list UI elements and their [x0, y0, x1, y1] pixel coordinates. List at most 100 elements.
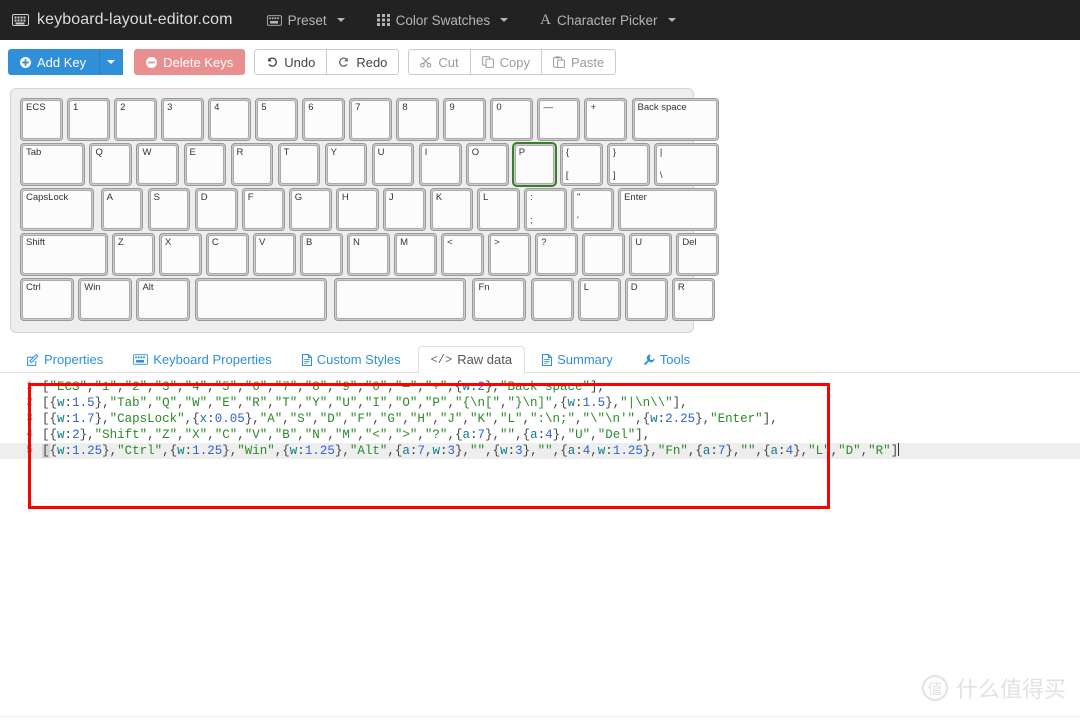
- tab-tools[interactable]: Tools: [630, 346, 703, 373]
- key-r[interactable]: R: [230, 143, 274, 186]
- key--[interactable]: >: [488, 233, 531, 276]
- key-0[interactable]: 0: [490, 98, 534, 141]
- key-blank[interactable]: [194, 278, 328, 321]
- key-legend-top: 6: [308, 102, 314, 113]
- key-blank[interactable]: [530, 278, 574, 321]
- key--[interactable]: —: [537, 98, 581, 141]
- tab-label: Keyboard Properties: [153, 352, 272, 367]
- key-d[interactable]: D: [624, 278, 668, 321]
- key--[interactable]: {[: [559, 143, 603, 186]
- key-q[interactable]: Q: [89, 143, 133, 186]
- key-l[interactable]: L: [476, 188, 520, 231]
- key-n[interactable]: N: [347, 233, 390, 276]
- key-capslock[interactable]: CapsLock: [20, 188, 95, 231]
- key-e[interactable]: E: [183, 143, 227, 186]
- key-7[interactable]: 7: [349, 98, 393, 141]
- code-text[interactable]: [{w:1.7},"CapsLock",{x:0.05},"A","S","D"…: [42, 411, 778, 427]
- nav-item-preset[interactable]: Preset: [266, 13, 345, 28]
- key--[interactable]: | \: [653, 143, 720, 186]
- key-5[interactable]: 5: [255, 98, 298, 141]
- key-o[interactable]: O: [465, 143, 509, 186]
- key-u[interactable]: U: [629, 233, 673, 276]
- add-key-dropdown-toggle[interactable]: [99, 49, 124, 75]
- tab-custom-styles[interactable]: Custom Styles: [289, 346, 414, 373]
- key-tab[interactable]: Tab: [20, 143, 86, 186]
- key-c[interactable]: C: [205, 233, 249, 276]
- key-del[interactable]: Del: [676, 233, 720, 276]
- key-alt[interactable]: Alt: [136, 278, 191, 321]
- code-line[interactable]: 4 [{w:2},"Shift","Z","X","C","V","B","N",…: [0, 427, 1080, 443]
- brand-logo[interactable]: keyboard-layout-editor.com: [12, 11, 233, 29]
- key-j[interactable]: J: [382, 188, 426, 231]
- key-r[interactable]: R: [671, 278, 715, 321]
- key-t[interactable]: T: [277, 143, 321, 186]
- key-fn[interactable]: Fn: [472, 278, 527, 321]
- key-g[interactable]: G: [288, 188, 332, 231]
- cut-button[interactable]: Cut: [408, 49, 471, 75]
- key-win[interactable]: Win: [78, 278, 133, 321]
- raw-data-editor[interactable]: 1 ["ECS","1","2","3","4","5","6","7","8",…: [0, 373, 1080, 673]
- code-text[interactable]: ["ECS","1","2","3","4","5","6","7","8","…: [42, 379, 605, 395]
- key-h[interactable]: H: [335, 188, 379, 231]
- key-3[interactable]: 3: [161, 98, 204, 141]
- code-text[interactable]: [{w:1.25},"Ctrl",{w:1.25},"Win",{w:1.25}…: [42, 443, 900, 459]
- key--[interactable]: " ': [571, 188, 614, 231]
- key-f[interactable]: F: [241, 188, 285, 231]
- key-l[interactable]: L: [577, 278, 621, 321]
- key-back-space[interactable]: Back space: [631, 98, 720, 141]
- key-1[interactable]: 1: [67, 98, 110, 141]
- key--[interactable]: :;: [524, 188, 567, 231]
- copy-button[interactable]: Copy: [469, 49, 542, 75]
- code-text[interactable]: [{w:1.5},"Tab","Q","W","E","R","T","Y","…: [42, 395, 688, 411]
- key-x[interactable]: X: [158, 233, 202, 276]
- key-blank[interactable]: [333, 278, 466, 321]
- tab-keyboard-properties[interactable]: Keyboard Properties: [120, 346, 285, 373]
- paste-button[interactable]: Paste: [541, 49, 617, 75]
- key-blank[interactable]: [582, 233, 626, 276]
- keyboard-canvas[interactable]: ECS 1 2 3 4 5 6 7 8 9 0— + Back space Tab Q W E R T Y U I O P{[…: [10, 88, 720, 333]
- delete-keys-button[interactable]: Delete Keys: [134, 49, 246, 75]
- key-b[interactable]: B: [300, 233, 343, 276]
- key-i[interactable]: I: [418, 143, 462, 186]
- key-6[interactable]: 6: [302, 98, 346, 141]
- key--[interactable]: +: [584, 98, 628, 141]
- add-key-button[interactable]: Add Key: [8, 49, 100, 75]
- key-m[interactable]: M: [394, 233, 437, 276]
- key-shift[interactable]: Shift: [20, 233, 108, 276]
- code-line[interactable]: 3 [{w:1.7},"CapsLock",{x:0.05},"A","S","D…: [0, 411, 1080, 427]
- code-line[interactable]: 1 ["ECS","1","2","3","4","5","6","7","8",…: [0, 379, 1080, 395]
- key-a[interactable]: A: [100, 188, 144, 231]
- nav-item-character-picker[interactable]: A Character Picker: [540, 12, 676, 28]
- key-z[interactable]: Z: [111, 233, 155, 276]
- key-p[interactable]: P: [512, 143, 556, 186]
- key-cap: S: [149, 190, 189, 229]
- key-u[interactable]: U: [371, 143, 415, 186]
- key--[interactable]: }]: [606, 143, 650, 186]
- key-4[interactable]: 4: [208, 98, 251, 141]
- key-ctrl[interactable]: Ctrl: [20, 278, 74, 321]
- key--[interactable]: ?: [535, 233, 578, 276]
- key-v[interactable]: V: [252, 233, 296, 276]
- key-8[interactable]: 8: [396, 98, 440, 141]
- code-line[interactable]: 5 [{w:1.25},"Ctrl",{w:1.25},"Win",{w:1.25…: [0, 443, 1080, 459]
- redo-button[interactable]: Redo: [326, 49, 400, 75]
- key-k[interactable]: K: [429, 188, 473, 231]
- tab-raw-data[interactable]: </> Raw data: [417, 346, 526, 373]
- key-ecs[interactable]: ECS: [20, 98, 63, 141]
- key-2[interactable]: 2: [114, 98, 157, 141]
- tab-summary[interactable]: Summary: [529, 346, 626, 373]
- key-y[interactable]: Y: [324, 143, 368, 186]
- key--[interactable]: <: [441, 233, 484, 276]
- key-s[interactable]: S: [147, 188, 191, 231]
- code-line[interactable]: 2 [{w:1.5},"Tab","Q","W","E","R","T","Y",…: [0, 395, 1080, 411]
- code-text[interactable]: [{w:2},"Shift","Z","X","C","V","B","N","…: [42, 427, 650, 443]
- key-w[interactable]: W: [136, 143, 180, 186]
- nav-item-color-swatches[interactable]: Color Swatches: [376, 13, 509, 28]
- key-legend-top: Tab: [26, 147, 42, 158]
- key-legend-top: R: [236, 147, 244, 158]
- key-enter[interactable]: Enter: [618, 188, 717, 231]
- undo-button[interactable]: Undo: [254, 49, 328, 75]
- tab-properties[interactable]: Properties: [14, 346, 116, 373]
- key-d[interactable]: D: [194, 188, 238, 231]
- key-9[interactable]: 9: [443, 98, 487, 141]
